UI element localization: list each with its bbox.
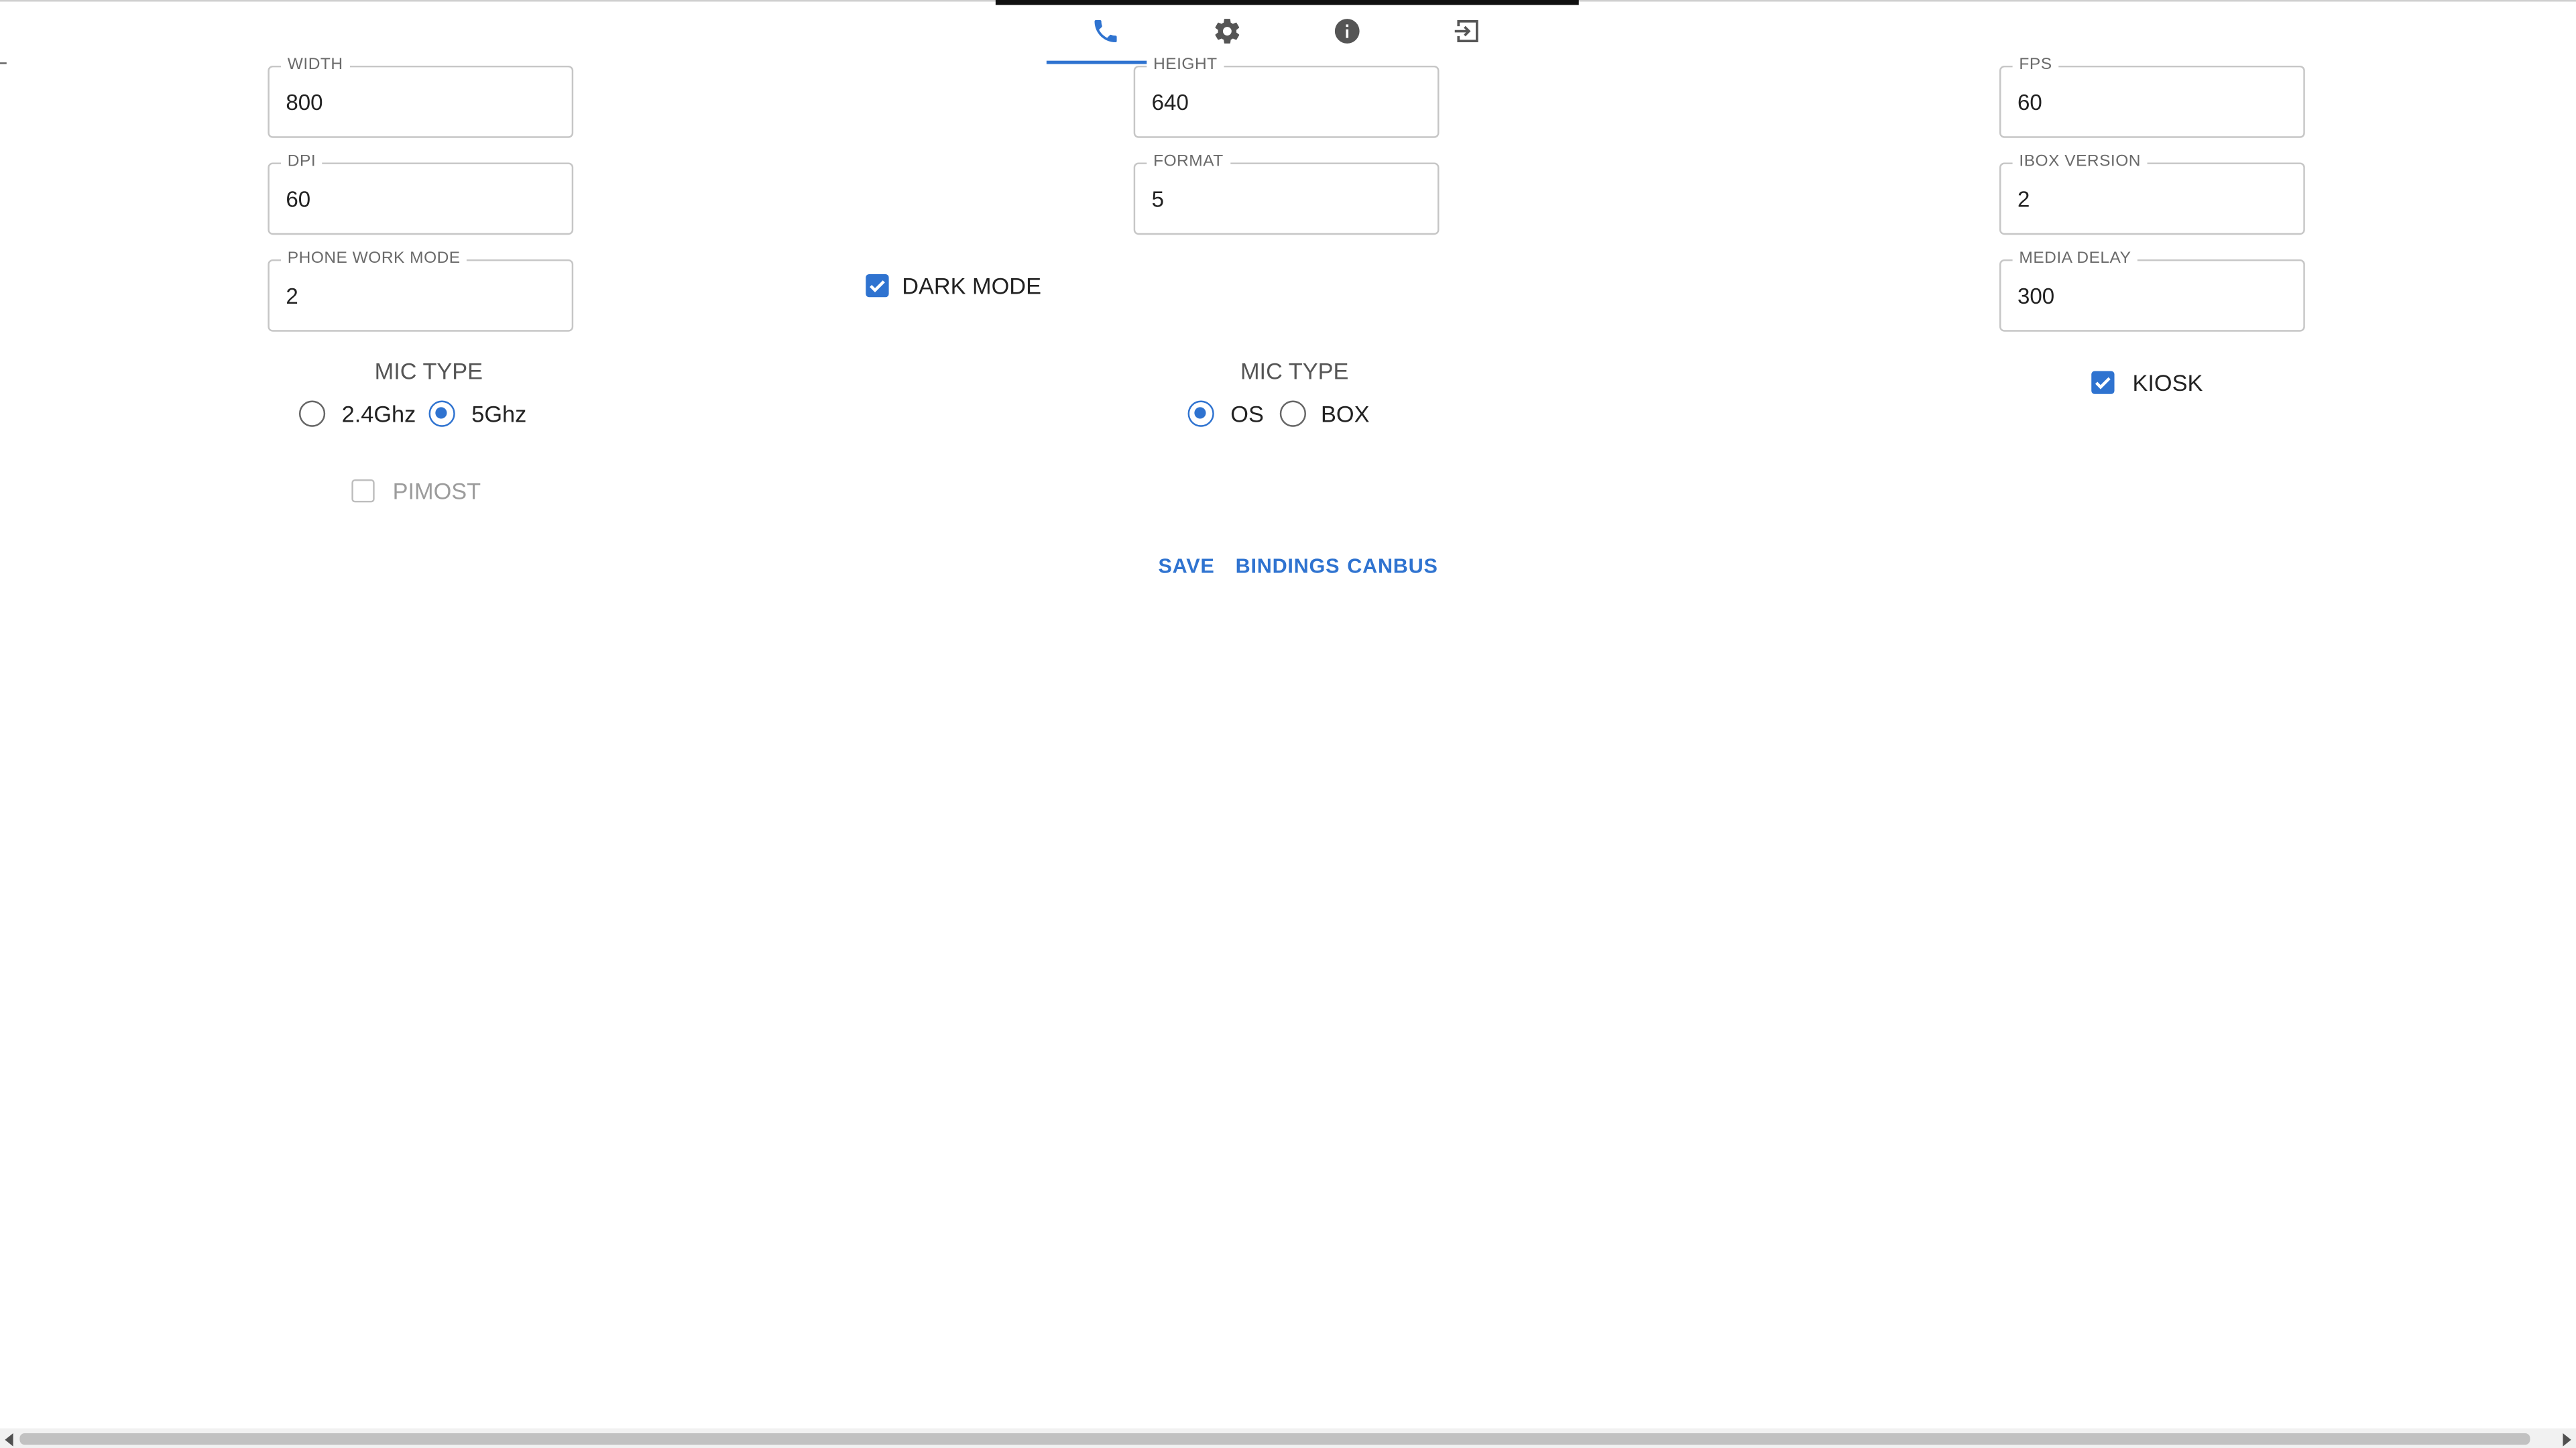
mic-type-title: MIC TYPE: [1240, 357, 1349, 385]
dpi-label: DPI: [281, 152, 323, 173]
radio-option-box[interactable]: BOX: [1279, 399, 1370, 428]
fps-field[interactable]: FPS 60: [1999, 56, 2305, 138]
format-value: 5: [1151, 187, 1165, 212]
radio-label: BOX: [1321, 400, 1370, 427]
format-label: FORMAT: [1147, 152, 1230, 173]
height-field[interactable]: HEIGHT 640: [1133, 56, 1440, 138]
radio-unselected-icon: [298, 400, 326, 427]
pimost-checkbox[interactable]: PIMOST: [351, 478, 483, 507]
nav-top-bar: [995, 0, 1579, 5]
phone-icon: [1091, 15, 1120, 53]
dark-mode-checkbox[interactable]: DARK MODE: [866, 273, 1047, 302]
dpi-field[interactable]: DPI 60: [268, 152, 574, 235]
radio-option-5ghz[interactable]: 5Ghz: [428, 399, 536, 428]
format-field[interactable]: FORMAT 5: [1133, 152, 1440, 235]
height-label: HEIGHT: [1147, 56, 1224, 76]
radio-selected-icon: [1187, 400, 1214, 427]
radio-label: 5Ghz: [471, 400, 527, 427]
tab-phone[interactable]: [1057, 10, 1155, 59]
kiosk-checkbox[interactable]: KIOSK: [2091, 369, 2207, 399]
ibox-version-value: 2: [2017, 187, 2030, 212]
width-field[interactable]: WIDTH 800: [268, 56, 574, 138]
checkbox-checked-icon: [2091, 371, 2115, 394]
checkbox-empty-icon: [351, 479, 375, 503]
tab-info[interactable]: [1298, 10, 1397, 59]
width-label: WIDTH: [281, 56, 350, 76]
pimost-label: PIMOST: [392, 477, 481, 504]
checkbox-checked-icon: [866, 274, 889, 298]
dpi-value: 60: [286, 187, 311, 212]
scroll-right-icon[interactable]: [2558, 1432, 2575, 1448]
ibox-version-label: IBOX VERSION: [2012, 152, 2148, 173]
media-delay-field[interactable]: MEDIA DELAY 300: [1999, 249, 2305, 332]
bindings-button[interactable]: BINDINGS: [1236, 553, 1340, 579]
edge-mark: [0, 62, 7, 64]
kiosk-label: KIOSK: [2132, 369, 2203, 396]
radio-selected-icon: [428, 400, 455, 427]
phone-work-mode-field[interactable]: PHONE WORK MODE 2: [268, 249, 574, 332]
gear-icon: [1212, 15, 1242, 53]
width-value: 800: [286, 90, 323, 115]
tab-settings[interactable]: [1178, 10, 1277, 59]
dark-mode-label: DARK MODE: [902, 272, 1041, 299]
tab-exit[interactable]: [1418, 10, 1517, 59]
radio-label: 2.4Ghz: [341, 400, 416, 427]
height-value: 640: [1151, 90, 1189, 115]
exit-icon: [1452, 15, 1482, 53]
fps-label: FPS: [2012, 56, 2059, 76]
ibox-version-field[interactable]: IBOX VERSION 2: [1999, 152, 2305, 235]
media-delay-label: MEDIA DELAY: [2012, 249, 2138, 269]
radio-option-os[interactable]: OS: [1187, 399, 1271, 428]
save-button[interactable]: SAVE: [1158, 553, 1214, 579]
phone-work-mode-label: PHONE WORK MODE: [281, 249, 467, 269]
wifi-group-title: MIC TYPE: [374, 357, 483, 385]
radio-option-2-4ghz[interactable]: 2.4Ghz: [298, 399, 416, 428]
canbus-button[interactable]: CANBUS: [1347, 553, 1438, 579]
phone-work-mode-value: 2: [286, 284, 298, 309]
media-delay-value: 300: [2017, 284, 2055, 309]
radio-label: OS: [1230, 400, 1264, 427]
scroll-left-icon[interactable]: [1, 1432, 18, 1448]
scrollbar-thumb[interactable]: [19, 1433, 2530, 1445]
radio-unselected-icon: [1279, 400, 1306, 427]
info-icon: [1332, 15, 1362, 53]
fps-value: 60: [2017, 90, 2042, 115]
